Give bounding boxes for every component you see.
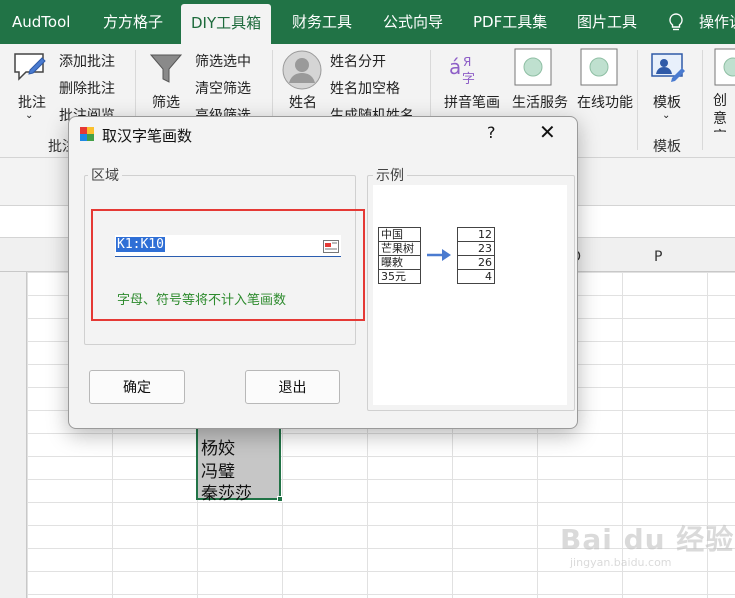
hint-text: 字母、符号等将不计入笔画数 [117, 293, 287, 308]
life-service-icon[interactable] [514, 48, 552, 90]
tab-tell-me[interactable]: 操作说 [699, 0, 735, 44]
range-select-icon[interactable] [323, 238, 339, 253]
cell-name[interactable]: 杨姣 [201, 434, 235, 459]
example-panel [373, 185, 567, 405]
ribbon-tab-bar: AudTool 方方格子 DIY工具箱 财务工具 公式向导 PDF工具集 图片工… [0, 0, 735, 44]
column-header-p[interactable]: P [654, 249, 662, 265]
filter-button[interactable]: 筛选 [152, 92, 180, 112]
example-input-cell: 中国 [378, 227, 421, 242]
dialog-title: 取汉字笔画数 [102, 127, 193, 145]
stroke-count-dialog: 取汉字笔画数 ? ✕ 区域 K1:K10 字母、符号等将不计入笔画数 确定 退出… [68, 116, 578, 429]
app-icon [79, 126, 95, 142]
region-legend: 区域 [88, 165, 122, 185]
cell-name[interactable]: 秦莎莎 [201, 479, 252, 504]
pinyin-stroke-button[interactable]: 拼音笔画 [444, 92, 500, 112]
pinyin-icon[interactable]: áЯ字 [448, 52, 482, 90]
svg-text:字: 字 [462, 72, 475, 86]
tab-diy-toolbox[interactable]: DIY工具箱 [181, 4, 272, 44]
example-output-cell: 4 [457, 269, 495, 284]
tab-audtool[interactable]: AudTool [12, 0, 70, 44]
online-icon[interactable] [580, 48, 618, 90]
example-output-cell: 23 [457, 241, 495, 256]
group-divider [702, 50, 703, 150]
template-button[interactable]: 模板 [653, 92, 681, 112]
add-comment-button[interactable]: 添加批注 [59, 51, 115, 71]
tab-formula-wizard[interactable]: 公式向导 [383, 0, 443, 44]
tab-image-tools[interactable]: 图片工具 [577, 0, 637, 44]
example-input-cell: 35元 [378, 269, 421, 284]
example-input-cell: 曝敕 [378, 255, 421, 270]
tab-pdf-tools[interactable]: PDF工具集 [473, 0, 547, 44]
close-button[interactable]: ✕ [539, 120, 556, 144]
chevron-down-icon[interactable]: ⌄ [662, 110, 670, 121]
clear-filter-button[interactable]: 清空筛选 [195, 78, 251, 98]
split-name-button[interactable]: 姓名分开 [330, 51, 386, 71]
baidu-watermark: Bai du 经验 jingyan.baidu.com [560, 518, 735, 569]
name-add-space-button[interactable]: 姓名加空格 [330, 78, 400, 98]
svg-text:á: á [449, 55, 461, 79]
group-divider [637, 50, 638, 150]
filter-selected-button[interactable]: 筛选选中 [195, 51, 251, 71]
watermark-url: jingyan.baidu.com [570, 556, 672, 569]
fill-handle[interactable] [277, 496, 283, 502]
delete-comment-button[interactable]: 删除批注 [59, 78, 115, 98]
example-legend: 示例 [373, 165, 407, 185]
comment-button[interactable]: 批注 [18, 92, 46, 112]
chevron-down-icon[interactable]: ⌄ [25, 110, 33, 121]
range-value: K1:K10 [116, 237, 165, 252]
tab-fangfang[interactable]: 方方格子 [103, 0, 163, 44]
exit-button[interactable]: 退出 [245, 370, 340, 404]
creative-lab-icon[interactable] [714, 48, 735, 90]
example-input-table: 中国 芒果树 曝敕 35元 [378, 227, 421, 284]
example-output-cell: 26 [457, 255, 495, 270]
watermark-logo: Bai du 经验 [560, 523, 735, 556]
creative-lab-button[interactable]: 创意实验室 [713, 92, 735, 132]
comment-icon[interactable] [12, 50, 48, 88]
online-functions-button[interactable]: 在线功能 [577, 92, 633, 112]
template-group-label: 模板 [653, 139, 681, 155]
ok-button[interactable]: 确定 [89, 370, 185, 404]
example-output-cell: 12 [457, 227, 495, 242]
range-input[interactable]: K1:K10 [115, 235, 341, 257]
row-header-column [0, 272, 27, 598]
template-icon[interactable] [650, 52, 686, 90]
arrow-right-icon [426, 247, 452, 266]
example-output-table: 12 23 26 4 [457, 227, 495, 284]
person-icon[interactable] [282, 50, 322, 94]
example-input-cell: 芒果树 [378, 241, 421, 256]
svg-text:Я: Я [463, 55, 471, 69]
name-button[interactable]: 姓名 [289, 92, 317, 112]
filter-icon[interactable] [149, 52, 183, 90]
life-service-button[interactable]: 生活服务 [512, 92, 568, 112]
lightbulb-icon[interactable] [668, 0, 684, 44]
help-button[interactable]: ? [487, 123, 496, 142]
tab-finance-tools[interactable]: 财务工具 [292, 0, 352, 44]
